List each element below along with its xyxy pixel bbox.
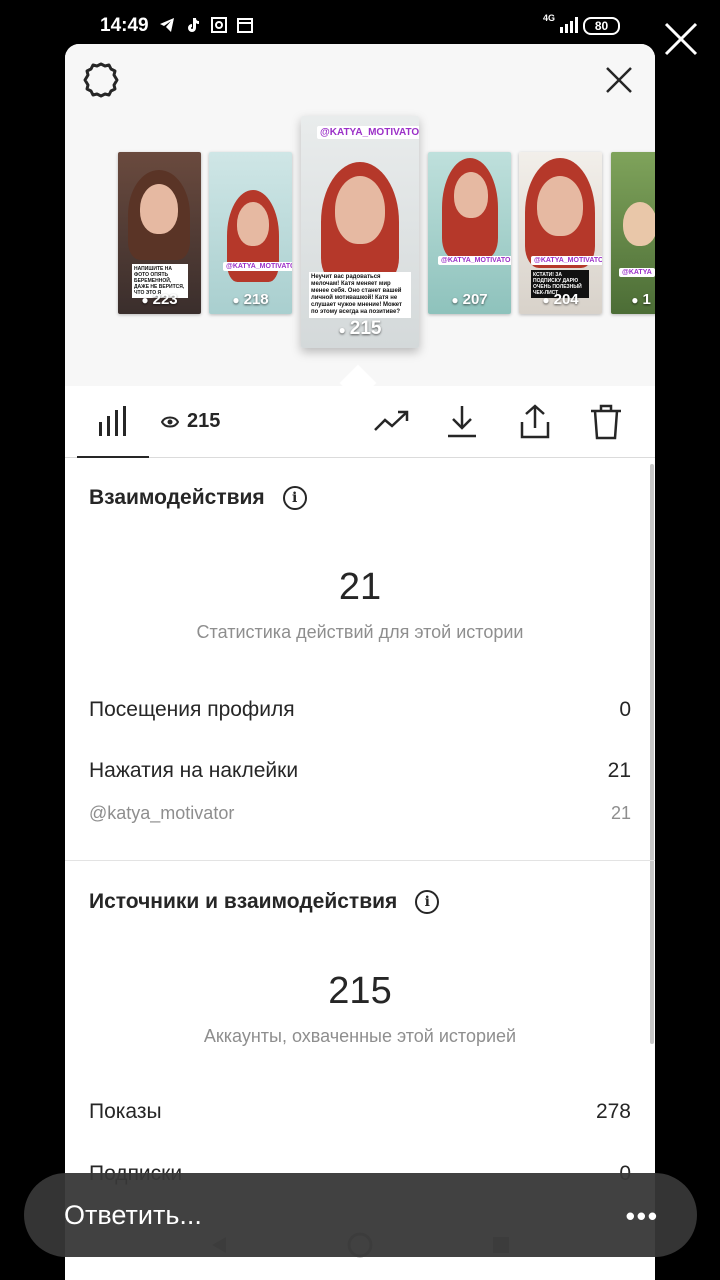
close-icon[interactable]: [660, 18, 702, 60]
story-views: ● 215: [338, 318, 382, 339]
story-caption: Неучит вас радоваться мелочам! Катя меня…: [309, 272, 411, 318]
story-thumbnail[interactable]: @KATYA_MOTIVATOR ● 207: [428, 152, 511, 314]
story-thumbnail-selected[interactable]: @KATYA_MOTIVATOR Неучит вас радоваться м…: [301, 116, 419, 348]
story-carousel: НАПИШИТЕ НА ФОТО ОПЯТЬ БЕРЕМЕННОЙ, ДАЖЕ …: [65, 44, 655, 402]
trash-icon[interactable]: [586, 402, 626, 442]
story-mention-tag: @KATYA_MOTIVATOR: [223, 262, 292, 271]
info-icon[interactable]: i: [282, 486, 307, 510]
story-views: ● 1: [631, 291, 651, 308]
download-icon[interactable]: [442, 402, 482, 442]
close-icon[interactable]: [603, 64, 635, 96]
eye-icon: ●: [141, 293, 149, 307]
share-icon[interactable]: [515, 402, 555, 442]
interactions-total: 21: [338, 566, 382, 608]
telegram-icon: [160, 18, 174, 32]
eye-icon: ●: [232, 293, 240, 307]
story-thumbnail[interactable]: КСТАТИ! ЗА ПОДПИСКУ ДАРЮ ОЧЕНЬ ПОЛЕЗНЫЙ …: [519, 152, 602, 314]
section-divider: [65, 860, 655, 861]
tab-viewers[interactable]: 215: [161, 410, 220, 433]
calendar-icon: [237, 18, 253, 33]
eye-icon: ●: [338, 323, 346, 337]
story-photo: [537, 176, 583, 236]
story-mention-tag: @KATYA_MOTIVATOR: [438, 256, 511, 265]
tiktok-icon: [188, 18, 199, 32]
reach-subtitle: Аккаунты, охваченные этой историей: [203, 1026, 517, 1046]
story-photo: [623, 202, 655, 246]
trending-up-icon[interactable]: [371, 402, 411, 442]
profile-visits-row: Посещения профиля 0: [89, 698, 631, 721]
impressions-row: Показы 278: [89, 1100, 631, 1123]
story-insights-sheet: НАПИШИТЕ НА ФОТО ОПЯТЬ БЕРЕМЕННОЙ, ДАЖЕ …: [65, 44, 655, 1280]
scrollbar[interactable]: [650, 464, 654, 1044]
insights-toolbar: 215: [65, 386, 655, 458]
story-views: ● 218: [232, 291, 269, 308]
eye-icon: ●: [631, 293, 639, 307]
story-mention-tag: @KATYA_MOTIVATOR: [531, 256, 602, 265]
reply-bar[interactable]: Ответить... •••: [24, 1173, 697, 1257]
reply-input[interactable]: Ответить...: [64, 1200, 202, 1231]
status-bar: 14:49 4G 80: [0, 0, 720, 50]
gear-icon[interactable]: [81, 60, 121, 100]
story-mention-tag: @KATYA_MOTIVATOR: [317, 126, 419, 139]
battery-indicator: 80: [583, 17, 620, 35]
story-thumbnail[interactable]: @KATYA ● 1: [611, 152, 655, 314]
status-notification-icons: [158, 16, 254, 34]
story-views: ● 204: [542, 291, 579, 308]
reach-total: 215: [328, 970, 392, 1012]
discovery-section-title: Источники и взаимодействия i: [89, 890, 440, 914]
sticker-taps-row: Нажатия на наклейки 21: [89, 759, 631, 782]
sticker-mention-row: @katya_motivator 21: [89, 803, 631, 823]
signal-icon: [560, 17, 578, 33]
tab-insights[interactable]: [77, 386, 149, 458]
eye-icon: ●: [451, 293, 459, 307]
eye-icon: ●: [542, 293, 550, 307]
story-photo: [454, 172, 488, 218]
eye-icon: [161, 416, 179, 427]
interactions-subtitle: Статистика действий для этой истории: [196, 622, 524, 642]
info-icon[interactable]: i: [415, 890, 440, 914]
more-options-icon[interactable]: •••: [626, 1201, 659, 1232]
viewers-count: 215: [187, 410, 221, 432]
status-time: 14:49: [100, 15, 149, 36]
interactions-section-title: Взаимодействия i: [89, 486, 307, 510]
story-photo: [335, 176, 385, 244]
story-thumbnail[interactable]: @KATYA_MOTIVATOR ●218: [209, 152, 292, 314]
story-thumbnail[interactable]: НАПИШИТЕ НА ФОТО ОПЯТЬ БЕРЕМЕННОЙ, ДАЖЕ …: [118, 152, 201, 314]
story-views: ● 207: [451, 291, 488, 308]
story-views: ● 223: [141, 291, 178, 308]
story-mention-tag: @KATYA: [619, 268, 655, 277]
network-type: 4G: [543, 13, 556, 23]
bar-chart-icon: [99, 406, 126, 436]
story-photo: [237, 202, 269, 246]
screenshot-icon: [211, 17, 227, 33]
